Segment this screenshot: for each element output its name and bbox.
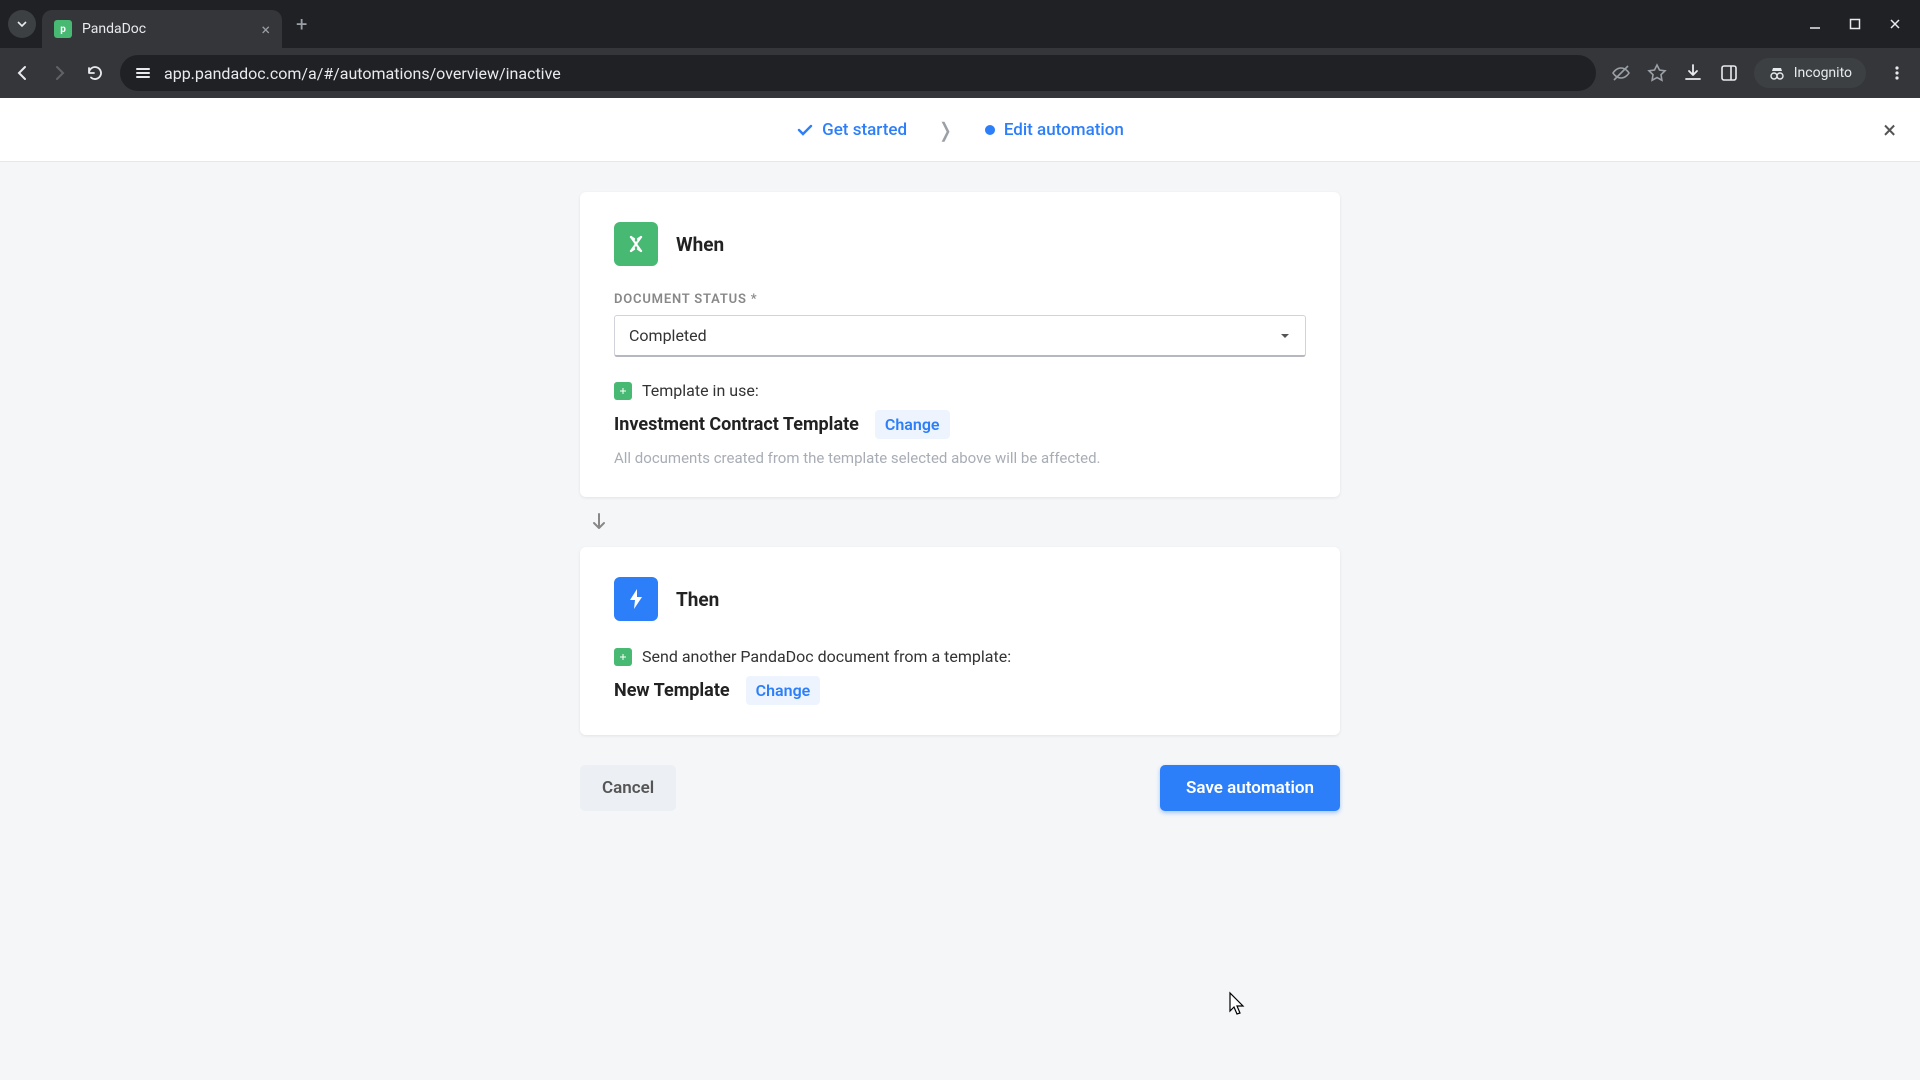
browser-toolbar: app.pandadoc.com/a/#/automations/overvie… [0, 48, 1920, 98]
incognito-badge[interactable]: Incognito [1754, 58, 1866, 88]
automation-canvas: When DOCUMENT STATUS * Completed Templat… [0, 162, 1920, 1080]
then-template-name: New Template [614, 680, 730, 701]
close-window-icon[interactable] [1888, 17, 1902, 31]
step-label: Get started [822, 120, 907, 140]
bookmark-star-icon[interactable] [1646, 62, 1668, 84]
select-value: Completed [629, 326, 707, 345]
chevron-down-icon [1279, 330, 1291, 342]
pandadoc-icon [614, 382, 632, 400]
cancel-button[interactable]: Cancel [580, 765, 676, 811]
document-status-label: DOCUMENT STATUS * [614, 292, 1306, 307]
app-viewport: Get started ❭ Edit automation × When DOC… [0, 98, 1920, 1080]
site-settings-icon[interactable] [134, 64, 152, 82]
then-action-label: Send another PandaDoc document from a te… [642, 647, 1011, 666]
side-panel-icon[interactable] [1718, 63, 1740, 83]
when-card: When DOCUMENT STATUS * Completed Templat… [580, 192, 1340, 497]
downloads-icon[interactable] [1682, 62, 1704, 84]
change-when-template-button[interactable]: Change [875, 410, 950, 439]
tab-title: PandaDoc [82, 21, 146, 37]
maximize-icon[interactable] [1848, 17, 1862, 31]
document-status-select[interactable]: Completed [614, 315, 1306, 357]
close-tab-icon[interactable]: × [261, 20, 270, 39]
change-then-template-button[interactable]: Change [746, 676, 821, 705]
step-get-started[interactable]: Get started [796, 120, 907, 140]
incognito-label: Incognito [1794, 65, 1852, 81]
trigger-icon [614, 222, 658, 266]
template-in-use-label: Template in use: [642, 381, 759, 400]
pandadoc-favicon: p [54, 20, 72, 38]
tab-search-button[interactable] [8, 10, 36, 38]
dot-icon [984, 124, 996, 136]
eye-off-icon[interactable] [1610, 62, 1632, 84]
when-hint-text: All documents created from the template … [614, 449, 1306, 467]
pandadoc-icon [614, 648, 632, 666]
address-bar[interactable]: app.pandadoc.com/a/#/automations/overvie… [120, 55, 1596, 91]
then-title: Then [676, 588, 719, 611]
back-icon[interactable] [12, 63, 34, 83]
new-tab-button[interactable]: + [296, 12, 307, 36]
wizard-footer: Cancel Save automation [580, 765, 1340, 811]
url-text: app.pandadoc.com/a/#/automations/overvie… [164, 64, 561, 83]
close-icon[interactable]: × [1883, 116, 1896, 144]
action-icon [614, 577, 658, 621]
window-controls [1808, 17, 1912, 31]
browser-tab[interactable]: p PandaDoc × [42, 10, 282, 48]
flow-arrow-icon [580, 497, 1340, 547]
reload-icon[interactable] [84, 63, 106, 83]
when-template-name: Investment Contract Template [614, 414, 859, 435]
when-title: When [676, 233, 724, 256]
browser-tab-strip: p PandaDoc × + [0, 0, 1920, 48]
check-icon [796, 121, 814, 139]
wizard-stepper: Get started ❭ Edit automation × [0, 98, 1920, 162]
forward-icon[interactable] [48, 63, 70, 83]
minimize-icon[interactable] [1808, 17, 1822, 31]
chevron-right-icon: ❭ [937, 118, 954, 142]
step-label: Edit automation [1004, 120, 1124, 140]
save-automation-button[interactable]: Save automation [1160, 765, 1340, 811]
then-card: Then Send another PandaDoc document from… [580, 547, 1340, 735]
incognito-icon [1768, 64, 1786, 82]
step-edit-automation[interactable]: Edit automation [984, 120, 1124, 140]
browser-menu-icon[interactable] [1886, 64, 1908, 82]
